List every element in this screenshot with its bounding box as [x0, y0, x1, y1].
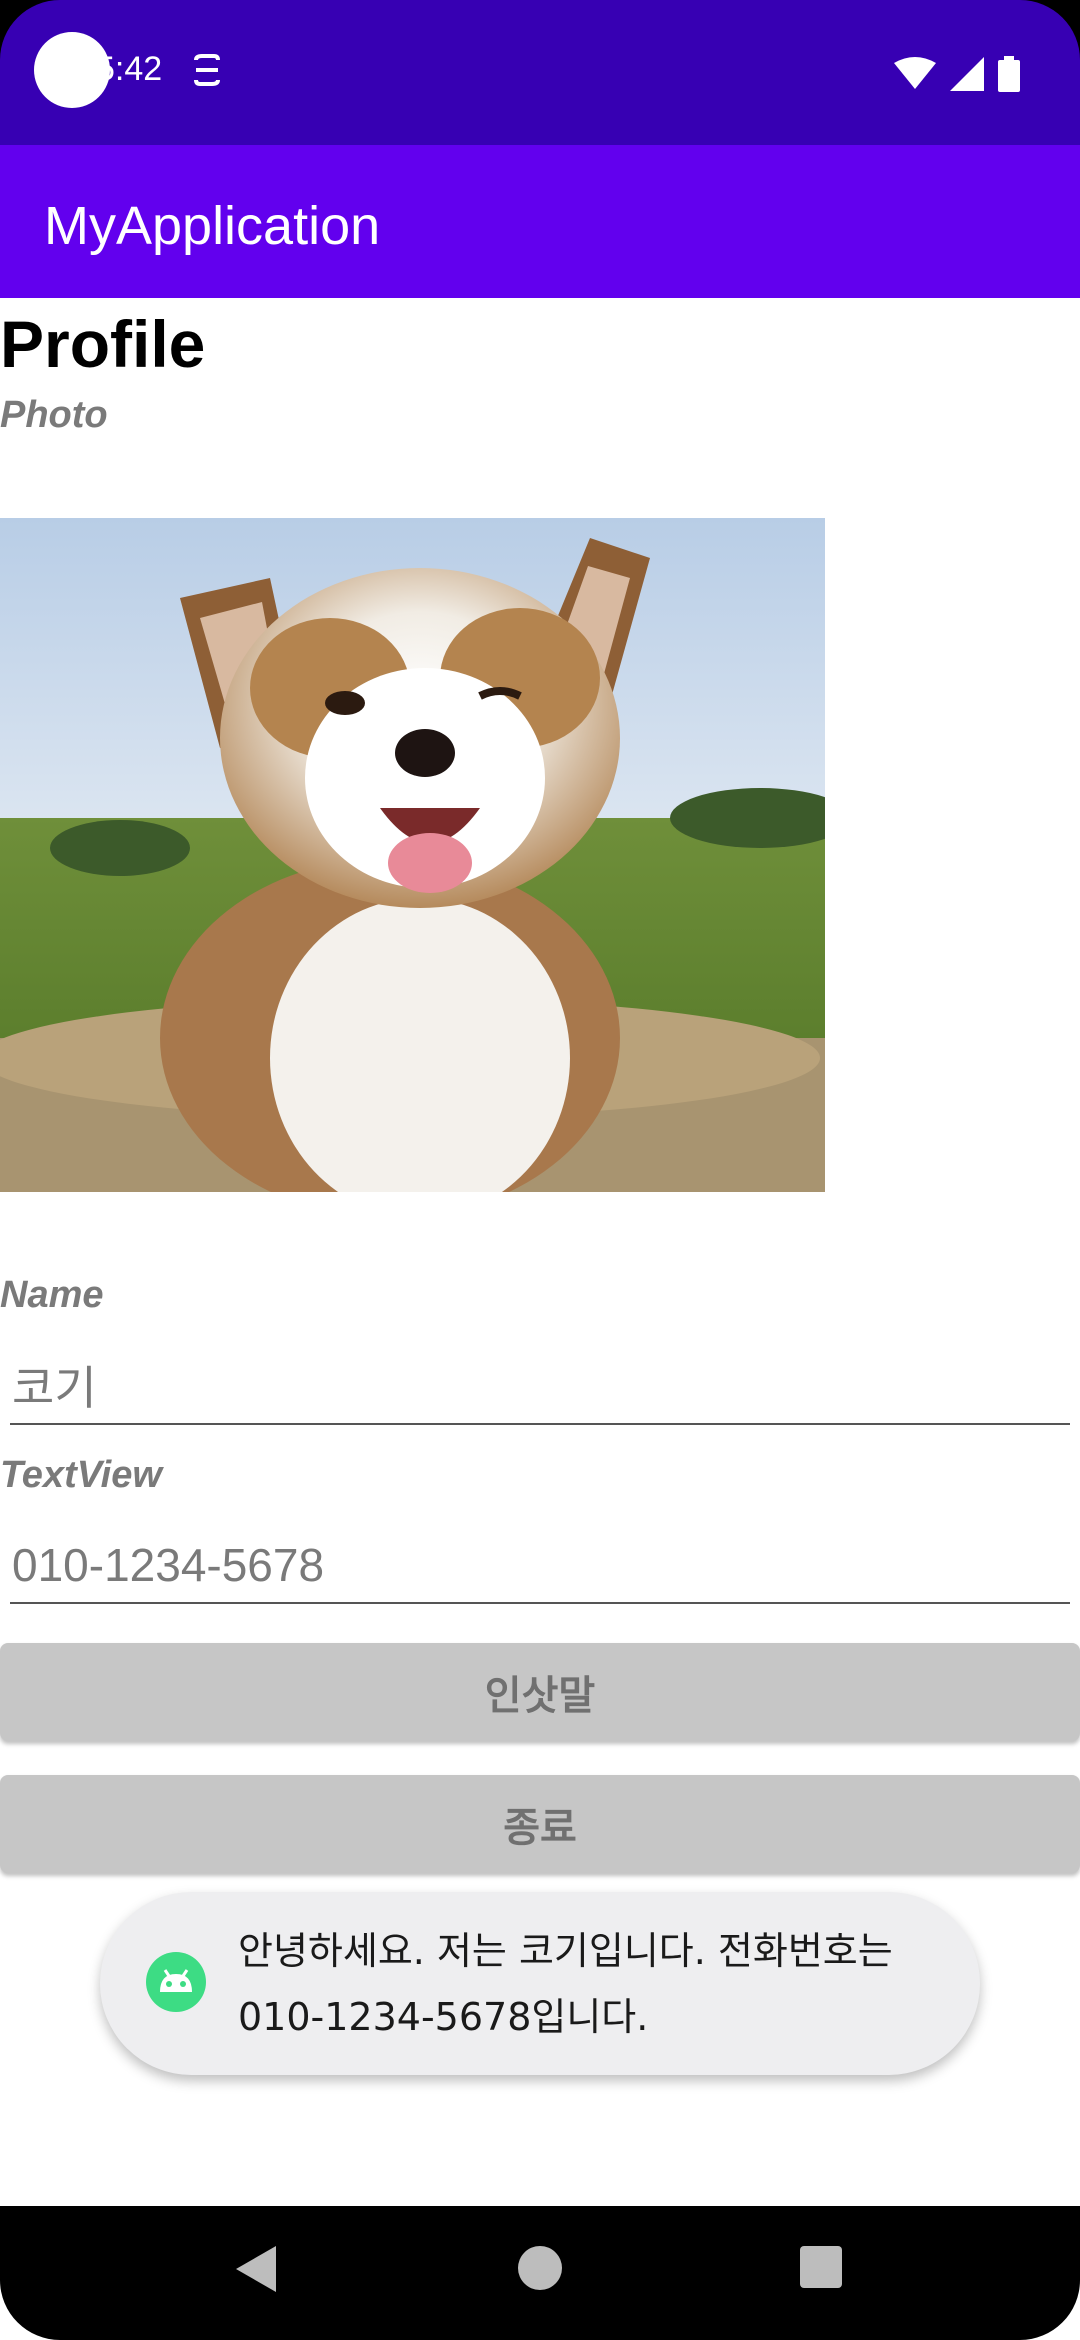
name-input-underline — [10, 1423, 1070, 1425]
phone-label: TextView — [0, 1454, 162, 1496]
name-label: Name — [0, 1274, 104, 1316]
app-title: MyApplication — [44, 196, 381, 256]
back-icon[interactable] — [236, 2246, 276, 2296]
status-bar: 5:42 — [0, 0, 1080, 145]
status-time: 5:42 — [96, 50, 163, 88]
home-icon[interactable] — [518, 2246, 562, 2294]
signal-icon — [950, 57, 984, 95]
greet-button[interactable]: 인삿말 — [0, 1643, 1080, 1741]
wifi-icon — [894, 57, 936, 95]
exit-button[interactable]: 종료 — [0, 1775, 1080, 1873]
android-icon — [146, 1952, 206, 2016]
toast-message: 안녕하세요. 저는 코기입니다. 전화번호는 010-1234-5678입니다. — [100, 1892, 980, 2075]
battery-icon — [998, 56, 1020, 96]
phone-input-underline — [10, 1602, 1070, 1604]
phone-input[interactable]: 010-1234-5678 — [12, 1538, 324, 1592]
name-input[interactable]: 코기 — [12, 1352, 97, 1418]
photo-label: Photo — [0, 394, 108, 436]
profile-photo — [0, 518, 825, 1192]
navigation-bar — [0, 2206, 1080, 2340]
recents-icon[interactable] — [800, 2246, 842, 2292]
notification-icon — [190, 52, 224, 92]
toast-text: 안녕하세요. 저는 코기입니다. 전화번호는 010-1234-5678입니다. — [238, 1929, 893, 2039]
status-icons — [894, 56, 1020, 96]
profile-title: Profile — [0, 307, 206, 381]
app-bar: MyApplication — [0, 145, 1080, 298]
